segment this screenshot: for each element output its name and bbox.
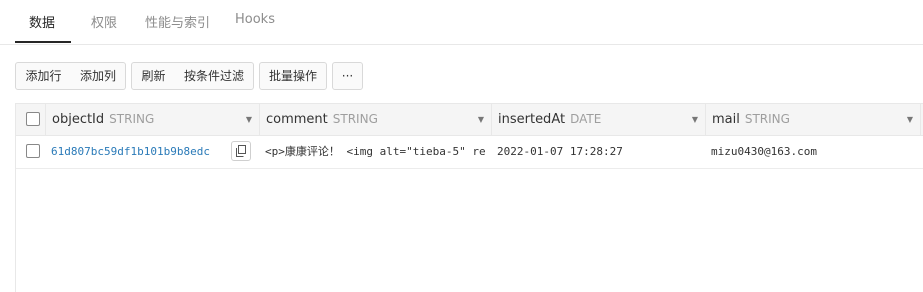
cell-mail[interactable]: mizu0430@163.com xyxy=(706,136,921,168)
column-header-comment[interactable]: comment STRING ▼ xyxy=(260,104,492,135)
column-type: STRING xyxy=(332,112,378,126)
header-select-cell xyxy=(16,104,46,135)
column-header-mail[interactable]: mail STRING ▼ xyxy=(706,104,921,135)
tab-permissions[interactable]: 权限 xyxy=(91,12,117,31)
column-name: comment xyxy=(266,112,328,127)
tab-hooks[interactable]: Hooks xyxy=(235,12,275,27)
caret-down-icon[interactable]: ▼ xyxy=(478,104,484,135)
column-type: STRING xyxy=(109,112,155,126)
tab-bar: 数据 权限 性能与索引 Hooks xyxy=(0,0,923,45)
tab-performance-index[interactable]: 性能与索引 xyxy=(145,12,210,31)
column-type: DATE xyxy=(570,112,602,126)
filter-button[interactable]: 按条件过滤 xyxy=(175,62,254,90)
row-select-checkbox[interactable] xyxy=(26,144,40,158)
column-header-objectid[interactable]: objectId STRING ▼ xyxy=(46,104,260,135)
caret-down-icon[interactable]: ▼ xyxy=(246,104,252,135)
add-column-button[interactable]: 添加列 xyxy=(71,62,126,90)
copy-icon xyxy=(236,145,246,157)
caret-down-icon[interactable]: ▼ xyxy=(907,104,913,135)
table-header: objectId STRING ▼ comment STRING ▼ inserte… xyxy=(16,103,923,136)
cell-objectid[interactable]: 61d807bc59df1b101b9b8edc xyxy=(46,136,236,168)
more-button[interactable]: ··· xyxy=(332,62,363,90)
copy-button[interactable] xyxy=(231,141,251,161)
caret-down-icon[interactable]: ▼ xyxy=(692,104,698,135)
cell-insertedat[interactable]: 2022-01-07 17:28:27 xyxy=(492,136,706,168)
column-name: objectId xyxy=(52,112,105,127)
batch-operation-button[interactable]: 批量操作 xyxy=(259,62,327,90)
add-row-button[interactable]: 添加行 xyxy=(15,62,72,90)
table-row: 61d807bc59df1b101b9b8edc <p>康康评论！ <img a… xyxy=(16,136,923,169)
select-all-checkbox[interactable] xyxy=(26,112,40,126)
tab-data[interactable]: 数据 xyxy=(29,12,55,31)
data-table: objectId STRING ▼ comment STRING ▼ inserte… xyxy=(15,103,923,292)
column-name: mail xyxy=(712,112,740,127)
cell-comment[interactable]: <p>康康评论！ <img alt="tieba-5" re xyxy=(260,136,492,168)
active-tab-indicator xyxy=(15,41,71,43)
column-header-insertedat[interactable]: insertedAt DATE ▼ xyxy=(492,104,706,135)
column-name: insertedAt xyxy=(498,112,566,127)
refresh-button[interactable]: 刷新 xyxy=(131,62,176,90)
column-type: STRING xyxy=(744,112,790,126)
